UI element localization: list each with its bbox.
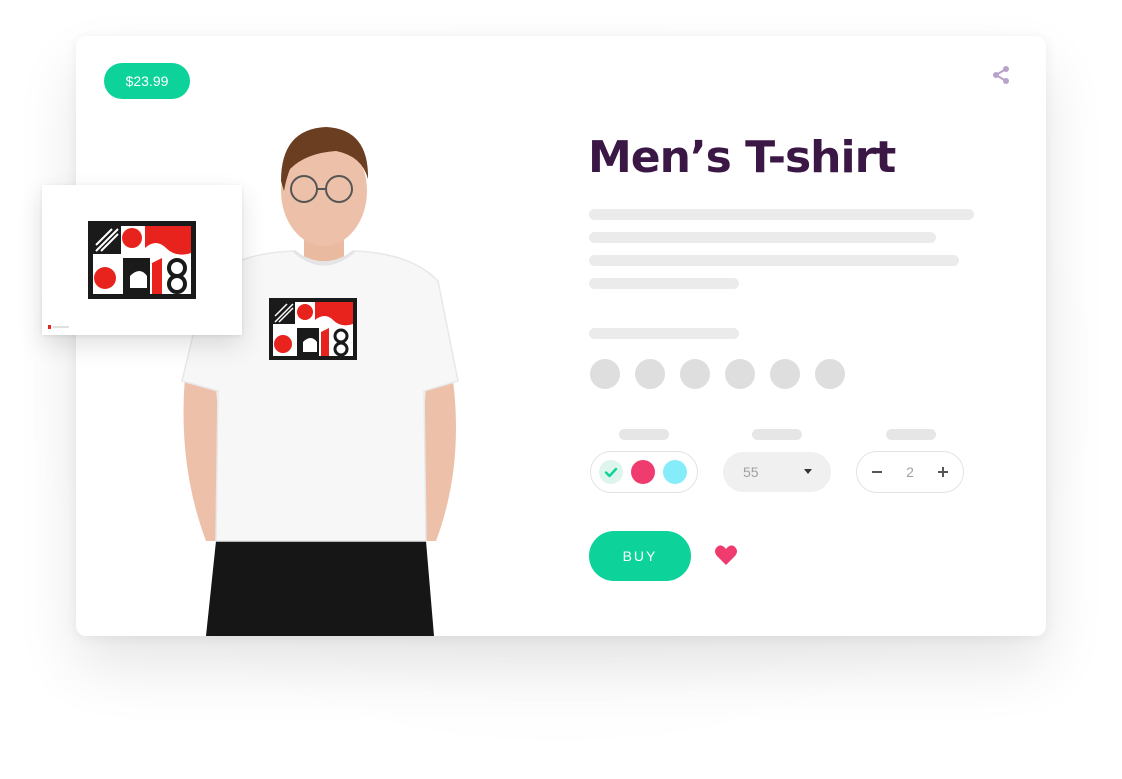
artwork-thumbnail[interactable] — [42, 185, 242, 335]
price-badge: $23.99 — [104, 63, 190, 99]
variant-heading-placeholder — [589, 328, 739, 339]
quantity-value[interactable]: 2 — [891, 464, 929, 480]
variant-swatch[interactable] — [815, 359, 845, 389]
product-title: Men’s T-shirt — [588, 132, 896, 183]
color-picker — [590, 451, 698, 493]
minus-icon — [872, 471, 882, 473]
product-card: $23.99 Men’s T-shirt 55 2 BUY — [76, 36, 1046, 636]
color-option-cyan[interactable] — [663, 460, 687, 484]
quantity-label-placeholder — [886, 429, 936, 440]
description-line — [589, 232, 936, 243]
variant-swatch[interactable] — [770, 359, 800, 389]
brand-mark — [48, 325, 69, 329]
check-icon — [604, 467, 618, 478]
heart-icon[interactable] — [714, 544, 738, 566]
description-line — [589, 255, 959, 266]
chevron-down-icon — [804, 469, 812, 474]
color-option-mint[interactable] — [599, 460, 623, 484]
decrease-quantity-button[interactable] — [859, 452, 895, 492]
variant-swatch[interactable] — [590, 359, 620, 389]
variant-swatch[interactable] — [725, 359, 755, 389]
variant-swatch[interactable] — [635, 359, 665, 389]
buy-button[interactable]: BUY — [589, 531, 691, 581]
plus-icon — [938, 467, 948, 477]
size-value: 55 — [743, 464, 759, 480]
description-line — [589, 209, 974, 220]
quantity-stepper: 2 — [856, 451, 964, 493]
increase-quantity-button[interactable] — [925, 452, 961, 492]
size-select[interactable]: 55 — [723, 452, 831, 492]
artwork-image — [88, 221, 196, 299]
description-line — [589, 278, 739, 289]
size-label-placeholder — [752, 429, 802, 440]
color-option-pink[interactable] — [631, 460, 655, 484]
color-label-placeholder — [619, 429, 669, 440]
variant-swatch[interactable] — [680, 359, 710, 389]
share-icon[interactable] — [990, 64, 1012, 86]
